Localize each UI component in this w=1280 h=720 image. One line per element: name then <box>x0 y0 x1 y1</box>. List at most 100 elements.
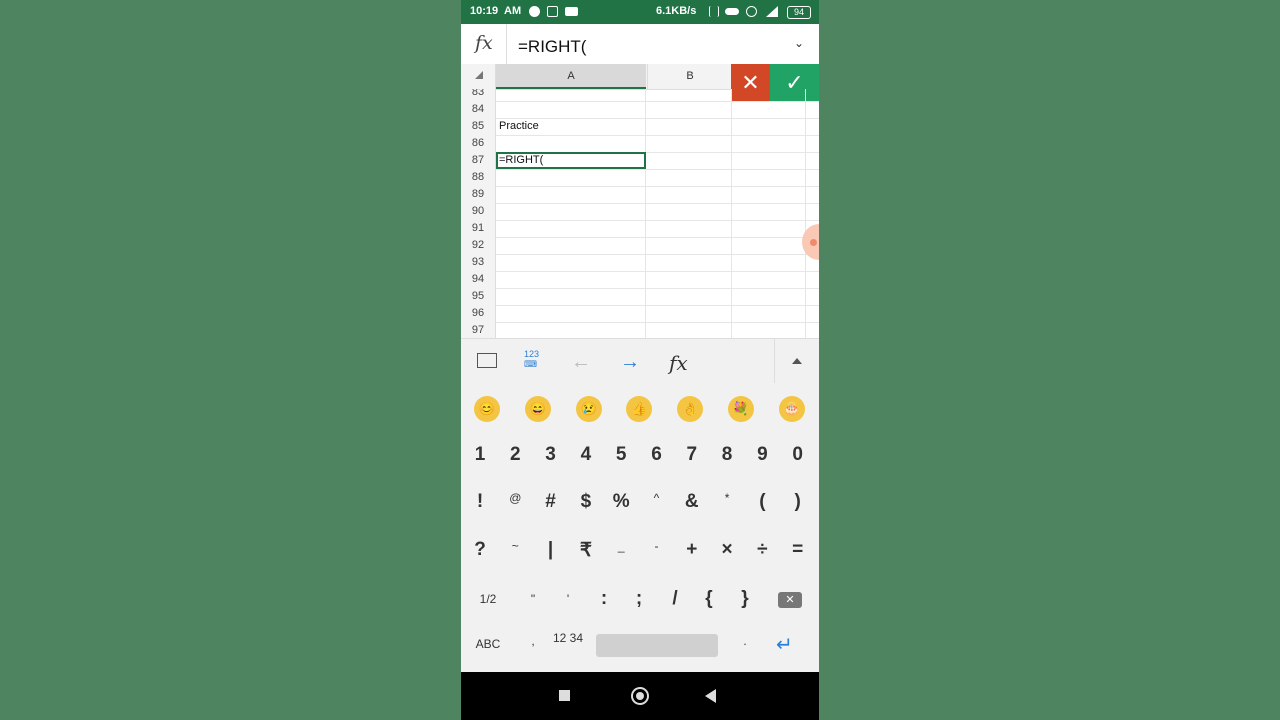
row-number[interactable]: 97 <box>461 322 496 338</box>
key[interactable]: } <box>729 588 761 610</box>
row-number[interactable]: 94 <box>461 271 496 288</box>
key[interactable]: ' <box>552 592 584 606</box>
cell-c[interactable] <box>732 118 806 135</box>
fx-icon[interactable]: fx <box>475 32 493 54</box>
key[interactable]: & <box>676 491 708 513</box>
column-header-a[interactable]: A <box>496 64 646 89</box>
comma-key[interactable]: , <box>517 634 549 648</box>
row-number[interactable]: 84 <box>461 101 496 118</box>
key[interactable]: : <box>588 588 620 610</box>
cell-c[interactable] <box>732 101 806 118</box>
numpad-key[interactable]: 12 34 <box>552 632 584 644</box>
emoji-suggestion[interactable]: 😄 <box>524 396 551 422</box>
key[interactable]: 3 <box>535 444 567 466</box>
cell-c[interactable] <box>732 271 806 288</box>
row-number[interactable]: 90 <box>461 203 496 220</box>
row-number[interactable]: 95 <box>461 288 496 305</box>
formula-input[interactable]: =RIGHT( <box>518 37 586 57</box>
key[interactable]: ! <box>464 491 496 513</box>
cell-b[interactable] <box>647 288 732 305</box>
space-key[interactable] <box>596 634 718 657</box>
emoji-suggestion[interactable]: 🎂 <box>778 396 805 422</box>
key[interactable]: $ <box>570 491 602 513</box>
key[interactable]: 2 <box>499 444 531 466</box>
cell-b[interactable] <box>647 135 732 152</box>
key[interactable]: # <box>535 491 567 513</box>
row-number[interactable]: 87 <box>461 152 496 169</box>
cell-c[interactable] <box>732 237 806 254</box>
emoji-suggestion[interactable]: 💐 <box>728 396 754 422</box>
key[interactable]: ~ <box>499 539 531 553</box>
cell-a[interactable] <box>496 203 646 220</box>
cell-c[interactable] <box>732 135 806 152</box>
key[interactable]: ) <box>782 491 814 513</box>
insert-function-icon[interactable]: fx <box>669 351 688 375</box>
column-header-b[interactable]: B <box>647 64 732 89</box>
expand-up-icon[interactable] <box>792 358 802 364</box>
key[interactable]: * <box>711 491 743 505</box>
cell-b[interactable] <box>647 118 732 135</box>
row-number[interactable]: 83 <box>461 89 496 101</box>
key[interactable]: ( <box>746 491 778 513</box>
key[interactable]: + <box>676 539 708 561</box>
key[interactable]: { <box>693 588 725 610</box>
emoji-suggestion[interactable]: 👌 <box>677 396 704 422</box>
key[interactable]: / <box>659 588 691 610</box>
row-number[interactable]: 89 <box>461 186 496 203</box>
cell-b[interactable] <box>647 186 732 203</box>
key[interactable]: ^ <box>641 491 673 505</box>
recents-button[interactable] <box>559 690 570 701</box>
key[interactable]: 4 <box>570 444 602 466</box>
cell-a[interactable] <box>496 288 646 305</box>
chevron-down-icon[interactable]: ⌄ <box>794 36 804 50</box>
key[interactable]: ÷ <box>746 539 778 561</box>
key[interactable]: 8 <box>711 444 743 466</box>
cell-b[interactable] <box>647 271 732 288</box>
cell-c[interactable] <box>732 152 806 169</box>
key[interactable]: @ <box>499 491 531 505</box>
emoji-suggestion[interactable]: 😊 <box>474 396 500 422</box>
cell-a[interactable] <box>496 237 646 254</box>
key[interactable]: 6 <box>641 444 673 466</box>
key[interactable]: 7 <box>676 444 708 466</box>
key[interactable]: = <box>782 539 814 561</box>
emoji-suggestion[interactable]: 👍 <box>626 396 653 422</box>
key[interactable]: ; <box>623 588 655 610</box>
row-number[interactable]: 92 <box>461 237 496 254</box>
abc-key[interactable]: ABC <box>472 637 504 651</box>
cell-b[interactable] <box>647 203 732 220</box>
cell-a[interactable] <box>496 271 646 288</box>
cell-a[interactable] <box>496 169 646 186</box>
screen-icon[interactable] <box>477 353 497 368</box>
cell-b[interactable] <box>647 254 732 271</box>
arrow-left-icon[interactable]: ← <box>571 351 591 374</box>
cell-b[interactable] <box>647 169 732 186</box>
cell-c[interactable] <box>732 186 806 203</box>
spreadsheet-grid[interactable]: 83 84 85 Practice 86 87 =RIGHT(88 89 90 91 92 93 94 9… <box>461 89 819 338</box>
key[interactable]: _ <box>605 539 637 553</box>
cell-a[interactable] <box>496 254 646 271</box>
cell-b[interactable] <box>647 89 732 101</box>
cell-a[interactable] <box>496 322 646 338</box>
cell-a[interactable] <box>496 101 646 118</box>
arrow-right-icon[interactable]: → <box>620 351 640 374</box>
cell-a[interactable] <box>496 89 646 101</box>
key[interactable]: 0 <box>782 444 814 466</box>
key[interactable]: " <box>517 592 549 606</box>
home-button[interactable] <box>631 687 649 705</box>
key[interactable]: 5 <box>605 444 637 466</box>
cell-b[interactable] <box>647 220 732 237</box>
cell-c[interactable] <box>732 305 806 322</box>
key[interactable]: 9 <box>746 444 778 466</box>
key[interactable]: × <box>711 539 743 561</box>
row-number[interactable]: 85 <box>461 118 496 135</box>
cell-a[interactable] <box>496 220 646 237</box>
key[interactable]: ? <box>464 539 496 561</box>
cell-c[interactable] <box>732 169 806 186</box>
row-number[interactable]: 96 <box>461 305 496 322</box>
back-button[interactable] <box>705 689 716 703</box>
key[interactable]: 1/2 <box>472 592 504 606</box>
cell-b[interactable] <box>647 322 732 338</box>
cell-c[interactable] <box>732 220 806 237</box>
key[interactable]: % <box>605 491 637 513</box>
